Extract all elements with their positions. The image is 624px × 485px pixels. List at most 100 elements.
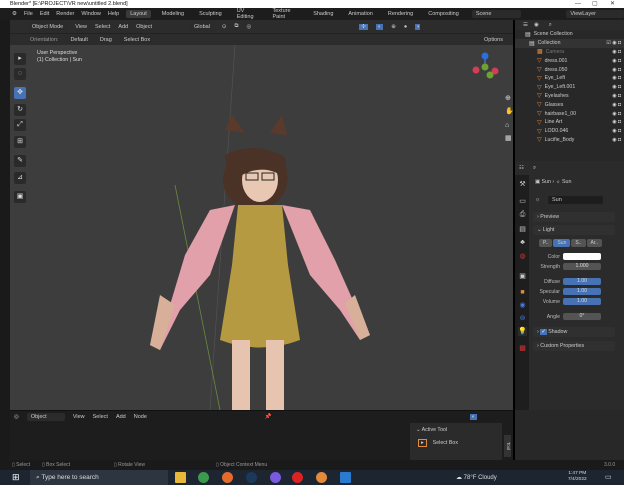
firefox-icon[interactable] [222,472,233,483]
orientation-dropdown[interactable]: Default [66,35,92,44]
editor-type-icon[interactable]: ☷ [519,165,524,171]
visibility-icon[interactable]: ◉ ◘ [612,84,621,90]
visibility-icon[interactable]: ◉ ◘ [612,137,621,143]
object-tab-icon[interactable]: ■ [518,288,527,297]
menu-window[interactable]: Window [81,11,101,17]
physics-tab-icon[interactable]: ◉ [518,301,527,310]
tab-layout[interactable]: Layout [126,10,151,18]
menu-add[interactable]: Add [118,24,128,30]
node-menu-node[interactable]: Node [134,414,147,420]
properties-search-icon[interactable]: ⌕ [528,163,589,173]
menu-view[interactable]: View [75,24,87,30]
node-menu-add[interactable]: Add [116,414,126,420]
visibility-icon[interactable]: ◉ ◘ [612,67,621,73]
blender-taskbar-icon[interactable] [316,472,327,483]
transform-orientation-dropdown[interactable]: Global [190,22,214,31]
minimize-button[interactable]: — [575,0,581,8]
light-panel-header[interactable]: ⌄ Light [533,225,615,235]
tab-sculpting[interactable]: Sculpting [195,10,226,18]
outliner-item[interactable]: ▽ LOD0.046 ◉ ◘ [515,127,624,136]
visibility-icon[interactable]: ◉ ◘ [612,93,621,99]
tab-rendering[interactable]: Rendering [384,10,417,18]
visibility-icon[interactable]: ◉ ◘ [612,58,621,64]
rotate-tool-icon[interactable]: ↻ [14,104,26,116]
menu-object[interactable]: Object [136,24,152,30]
shading-wireframe-icon[interactable]: ⊕ [391,24,396,30]
navigation-gizmo[interactable] [472,52,499,79]
visibility-icon[interactable]: ◉ ◘ [612,128,621,134]
annotate-tool-icon[interactable]: ✎ [14,155,26,167]
outliner-item[interactable]: ▽ hairbase1_00 ◉ ◘ [515,109,624,118]
constraints-tab-icon[interactable]: ⊚ [518,314,527,323]
visibility-icon[interactable]: ◉ ◘ [612,111,621,117]
strength-field[interactable]: 1.000 [563,263,601,270]
world-tab-icon[interactable]: ◍ [518,252,527,261]
cursor-tool-icon[interactable]: ◌ [14,68,26,80]
tweak-tool-icon[interactable]: ▸ [14,53,26,65]
visibility-icon[interactable]: ☑ ◉ ◘ [606,40,621,46]
specular-field[interactable]: 1.00 [563,288,601,295]
opera-icon[interactable] [292,472,303,483]
scene-selector[interactable]: Scene [471,10,522,18]
visibility-icon[interactable]: ◉ ◘ [612,102,621,108]
scene-tab-icon[interactable]: ♣ [518,238,527,247]
object-mode-dropdown[interactable]: Object Mode [28,22,68,31]
display-mode-icon[interactable]: ☰ [523,22,528,28]
tab-modeling[interactable]: Modeling [158,10,188,18]
shading-solid-icon[interactable]: ● [404,24,407,30]
gizmo-toggle-icon[interactable]: ✣ [359,23,368,30]
menu-edit[interactable]: Edit [40,11,49,17]
view-layer-selector[interactable]: ViewLayer [566,10,624,18]
light-data-tab-icon[interactable]: 💡 [518,327,527,336]
weather-widget[interactable]: ☁ 78°F Cloudy [456,474,497,481]
shadow-panel-header[interactable]: › ✓ Shadow [533,327,615,337]
outliner-item[interactable]: ▽ Line Art ◉ ◘ [515,118,624,127]
node-editor-type-icon[interactable]: ◎ [14,414,19,420]
pin-icon[interactable]: 📌 [265,414,272,420]
windows-start-icon[interactable]: ⊞ [12,472,20,483]
outliner-item[interactable]: ▽ Glasses ◉ ◘ [515,100,624,109]
outliner-item[interactable]: ▽ Eye_Left ◉ ◘ [515,74,624,83]
drag-dropdown[interactable]: Select Box [119,35,155,44]
filter-icon[interactable]: ◉ [534,22,539,28]
tool-tab-icon[interactable]: ⚒ [518,180,527,189]
overlay-toggle-icon[interactable]: ◐ [375,23,384,30]
scale-tool-icon[interactable]: ⤢ [14,119,26,131]
texture-tab-icon[interactable]: ▩ [518,344,527,353]
steam-icon[interactable] [246,472,257,483]
3d-viewport[interactable]: ⊕ ✋ ⌂ ▦ User Perspective (1) Collection … [10,45,513,410]
scene-collection-row[interactable]: ▤ Scene Collection [515,30,624,39]
volume-field[interactable]: 1.00 [563,298,601,305]
outliner-item[interactable]: ▽ dress.001 ◉ ◘ [515,56,624,65]
menu-render[interactable]: Render [56,11,74,17]
options-dropdown[interactable]: Options [480,35,507,44]
tool-tab[interactable]: Tool [504,435,511,457]
maximize-button[interactable]: ▢ [592,0,598,8]
color-swatch[interactable] [563,253,601,260]
tab-compositing[interactable]: Compositing [424,10,463,18]
measure-tool-icon[interactable]: ⊿ [14,172,26,184]
visibility-icon[interactable]: ◉ ◘ [612,119,621,125]
outliner-item[interactable]: ▽ dress.050 ◉ ◘ [515,65,624,74]
light-type-area[interactable]: Ar.. [586,239,603,247]
light-data-name-field[interactable]: Sun [548,196,603,204]
tab-animation[interactable]: Animation [344,10,376,18]
light-type-point[interactable]: P.. [539,239,553,247]
pivot-icon[interactable]: ⊙ [222,24,227,30]
render-tab-icon[interactable]: ▭ [518,197,527,206]
select-box-tool-icon[interactable]: ▸ [418,439,427,447]
add-cube-tool-icon[interactable]: ▣ [14,191,26,203]
outliner-item[interactable]: ▽ Eye_Left.001 ◉ ◘ [515,83,624,92]
preview-panel-header[interactable]: › Preview [533,212,615,222]
node-menu-view[interactable]: View [73,414,85,420]
custom-properties-panel-header[interactable]: › Custom Properties [533,341,615,351]
menu-select[interactable]: Select [95,24,110,30]
node-menu-select[interactable]: Select [93,414,108,420]
shadow-checkbox[interactable]: ✓ [540,329,547,335]
snap-icon[interactable]: ⧉ [235,23,239,30]
proportional-edit-icon[interactable]: ◎ [246,24,251,30]
visibility-icon[interactable]: ◉ ◘ [612,49,621,55]
menu-help[interactable]: Help [108,11,119,17]
outliner-item[interactable]: ▽ Lucifie_Body ◉ ◘ [515,136,624,145]
notification-icon[interactable]: ▭ [605,473,612,481]
